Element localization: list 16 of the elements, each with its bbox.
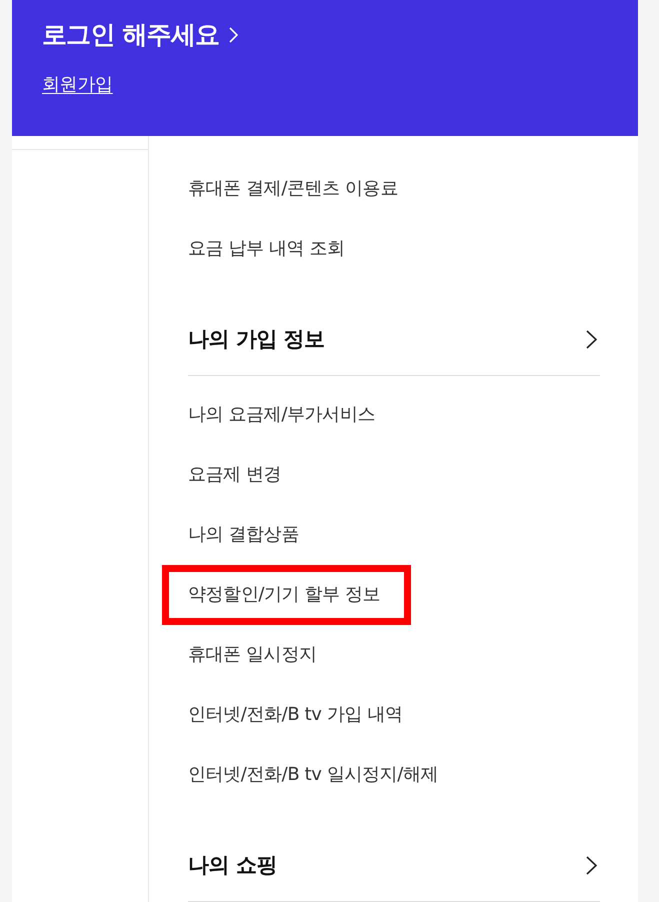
menu-item[interactable]: 약정할인/기기 할부 정보 [162, 565, 412, 625]
chevron-right-icon [229, 27, 238, 43]
menu-item[interactable]: 나의 요금제/부가서비스 [162, 385, 406, 445]
menu-item[interactable]: 요금제 변경 [162, 445, 312, 505]
menu-item[interactable]: 인터넷/전화/B tv 일시정지/해제 [162, 745, 470, 805]
chevron-right-icon [586, 856, 597, 875]
section-header[interactable]: 나의 가입 정보 [188, 318, 600, 376]
signup-link[interactable]: 회원가입 [42, 72, 113, 98]
login-link[interactable]: 로그인 해주세요 [42, 18, 238, 52]
section-header[interactable]: 나의 쇼핑 [188, 844, 600, 902]
menu-item[interactable]: 인터넷/전화/B tv 가입 내역 [162, 685, 434, 745]
menu-item[interactable]: 요금 납부 내역 조회 [162, 219, 376, 279]
menu-item[interactable]: 나의 결합상품 [162, 505, 330, 565]
menu-item[interactable]: 휴대폰 일시정지 [162, 625, 348, 685]
chevron-right-icon [586, 330, 597, 349]
menu-item[interactable]: 휴대폰 결제/콘텐츠 이용료 [162, 159, 429, 219]
